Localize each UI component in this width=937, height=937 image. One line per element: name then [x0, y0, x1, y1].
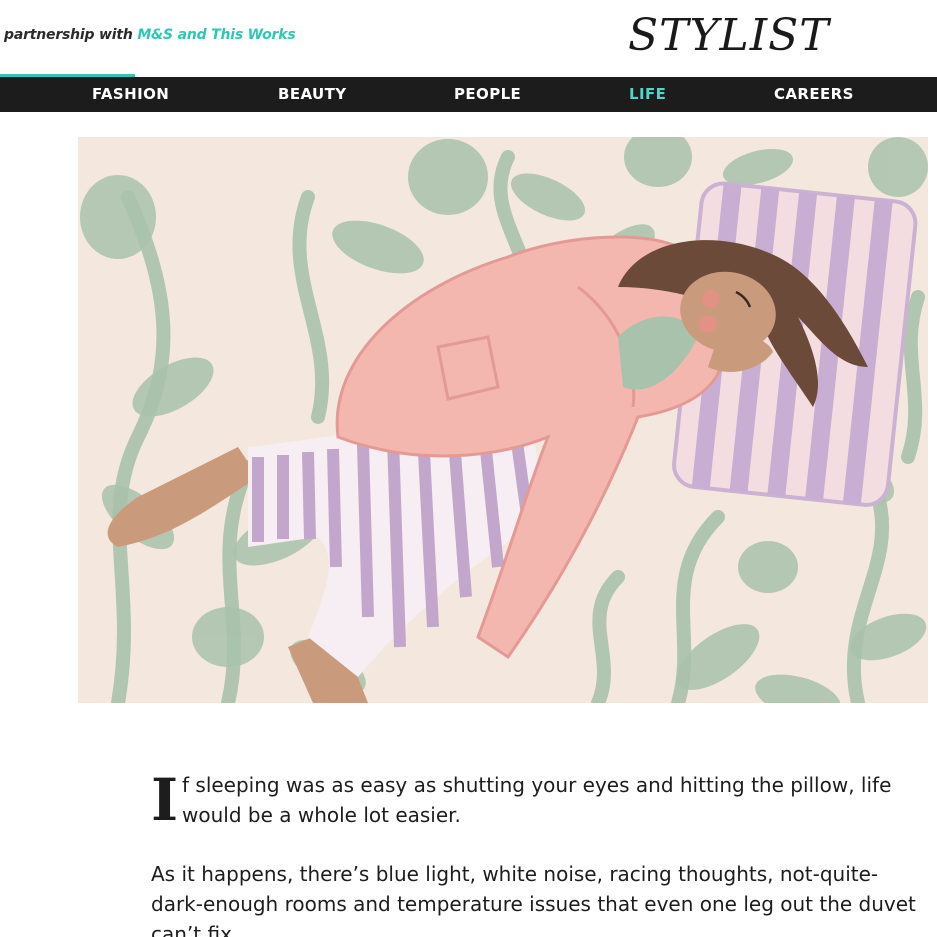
nav-item-people[interactable]: PEOPLE: [454, 85, 521, 103]
drop-cap: I: [151, 766, 179, 834]
partner-prefix: partnership with: [4, 27, 133, 43]
nav-item-careers[interactable]: CAREERS: [774, 85, 854, 103]
hero-illustration: [78, 137, 928, 703]
site-header: partnership with M&S and This Works STYL…: [0, 0, 937, 77]
lead-text: f sleeping was as easy as shutting your …: [182, 773, 892, 827]
lead-paragraph: If sleeping was as easy as shutting your…: [151, 770, 921, 830]
stylist-logo[interactable]: STYLIST: [628, 10, 830, 61]
main-navigation: FASHION BEAUTY PEOPLE LIFE CAREERS: [0, 77, 937, 112]
body-paragraph: As it happens, there’s blue light, white…: [151, 862, 916, 937]
nav-item-life[interactable]: LIFE: [629, 85, 666, 103]
nav-item-fashion[interactable]: FASHION: [92, 85, 169, 103]
partner-brand-link[interactable]: M&S and This Works: [137, 27, 295, 43]
sleeping-woman-illustration-icon: [78, 137, 928, 703]
article-body: If sleeping was as easy as shutting your…: [151, 770, 921, 937]
nav-item-beauty[interactable]: BEAUTY: [278, 85, 347, 103]
partnership-label: partnership with M&S and This Works: [4, 27, 296, 43]
